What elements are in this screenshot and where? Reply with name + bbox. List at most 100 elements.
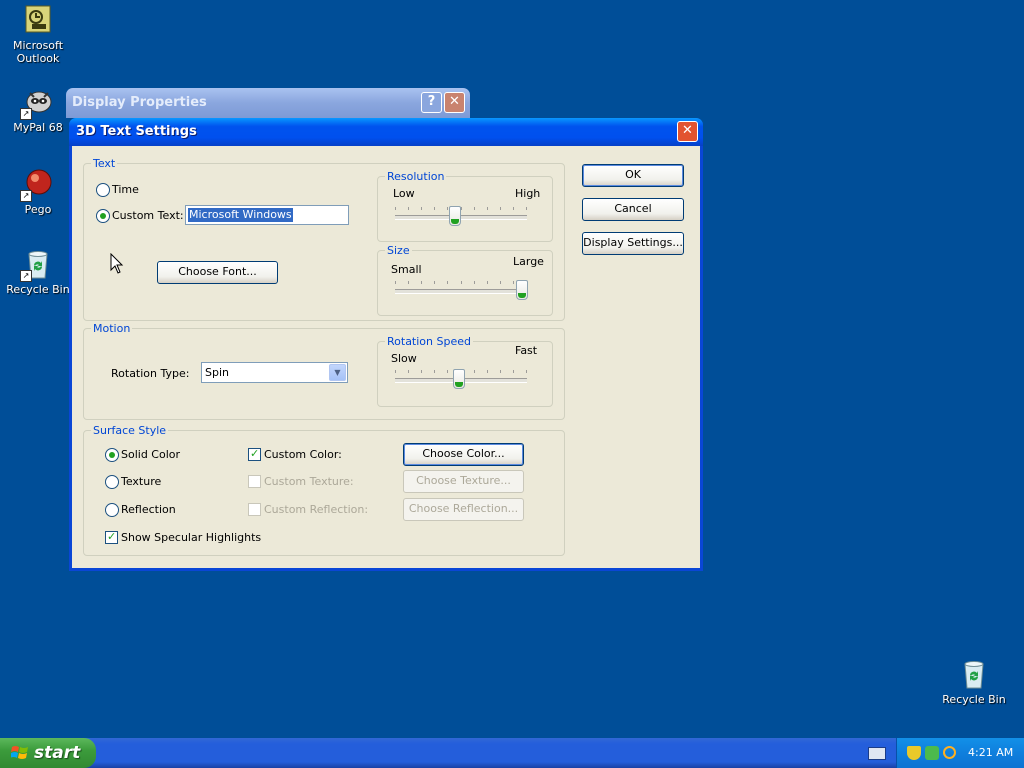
dialog-title: 3D Text Settings xyxy=(76,124,197,139)
solid-color-label[interactable]: Solid Color xyxy=(121,448,180,461)
custom-color-label[interactable]: Custom Color: xyxy=(264,448,342,461)
desktop-icon-recycle-bin[interactable]: ↗ Recycle Bin xyxy=(0,248,76,296)
slider-tick xyxy=(434,370,435,373)
resolution-low-label: Low xyxy=(393,187,415,200)
custom-texture-checkbox[interactable] xyxy=(248,475,261,488)
reflection-label[interactable]: Reflection xyxy=(121,503,176,516)
dialog-close-button[interactable]: ✕ xyxy=(677,121,698,142)
size-slider[interactable] xyxy=(395,277,528,307)
slider-thumb[interactable] xyxy=(449,206,461,226)
slider-tick xyxy=(408,281,409,284)
window-title: Display Properties xyxy=(72,95,207,110)
slider-tick xyxy=(421,281,422,284)
start-label: start xyxy=(34,743,81,763)
show-specular-label[interactable]: Show Specular Highlights xyxy=(121,531,261,544)
time-radio[interactable] xyxy=(96,183,110,197)
slider-tick xyxy=(487,281,488,284)
custom-reflection-label: Custom Reflection: xyxy=(264,503,369,516)
reflection-radio[interactable] xyxy=(105,503,119,517)
slider-thumb[interactable] xyxy=(453,369,465,389)
desktop-icon-label: Outlook xyxy=(16,52,60,65)
resolution-slider[interactable] xyxy=(395,203,527,233)
slider-tick xyxy=(474,370,475,373)
choose-color-button[interactable]: Choose Color... xyxy=(403,443,524,466)
desktop-icon-outlook[interactable]: Microsoft Outlook xyxy=(0,4,76,65)
size-group: Size Small Large xyxy=(377,244,553,316)
shortcut-arrow-icon: ↗ xyxy=(20,190,32,202)
ok-button[interactable]: OK xyxy=(582,164,684,187)
slider-tick xyxy=(395,370,396,373)
surface-style-group: Surface Style Solid Color Texture Reflec… xyxy=(83,424,565,556)
slider-tick xyxy=(421,207,422,210)
slider-track[interactable] xyxy=(395,215,527,220)
start-button[interactable]: start xyxy=(0,738,96,768)
slider-tick xyxy=(487,207,488,210)
display-settings-button[interactable]: Display Settings... xyxy=(582,232,684,255)
network-icon[interactable] xyxy=(925,746,939,760)
size-label: Size xyxy=(385,244,412,257)
custom-text-input[interactable]: Microsoft Windows xyxy=(185,205,349,225)
desktop-icon-label: Microsoft xyxy=(12,39,64,52)
choose-texture-button[interactable]: Choose Texture... xyxy=(403,470,524,493)
slider-tick xyxy=(421,370,422,373)
custom-text-radio[interactable] xyxy=(96,209,110,223)
custom-color-checkbox[interactable] xyxy=(248,447,261,461)
dialog-client-area: Text Time Custom Text: Microsoft Windows… xyxy=(72,146,700,568)
texture-radio[interactable] xyxy=(105,475,119,489)
text-group: Text Time Custom Text: Microsoft Windows… xyxy=(83,157,565,321)
cancel-button[interactable]: Cancel xyxy=(582,198,684,221)
recycle-bin-icon: ↗ xyxy=(20,248,54,282)
shortcut-arrow-icon: ↗ xyxy=(20,108,32,120)
rotation-speed-slider[interactable] xyxy=(395,366,527,396)
slider-track[interactable] xyxy=(395,289,527,294)
keyboard-icon[interactable] xyxy=(868,747,886,760)
chevron-down-icon[interactable]: ▼ xyxy=(329,364,346,381)
slider-tick xyxy=(434,281,435,284)
rotation-type-label: Rotation Type: xyxy=(111,367,190,380)
custom-text-label[interactable]: Custom Text: xyxy=(112,209,184,222)
custom-texture-label: Custom Texture: xyxy=(264,475,354,488)
rotation-type-dropdown[interactable]: Spin ▼ xyxy=(201,362,348,383)
search-icon[interactable] xyxy=(943,746,956,759)
slider-tick xyxy=(487,370,488,373)
custom-reflection-checkbox[interactable] xyxy=(248,503,261,516)
resolution-group: Resolution Low High xyxy=(377,170,553,242)
solid-color-radio[interactable] xyxy=(105,448,119,462)
security-shield-icon[interactable] xyxy=(907,746,921,760)
desktop-icon-pego[interactable]: ↗ Pego xyxy=(0,168,76,216)
slider-tick xyxy=(447,281,448,284)
dialog-titlebar[interactable]: 3D Text Settings ✕ xyxy=(69,118,703,146)
choose-reflection-button[interactable]: Choose Reflection... xyxy=(403,498,524,521)
text-group-label: Text xyxy=(91,157,118,170)
resolution-label: Resolution xyxy=(385,170,447,183)
size-small-label: Small xyxy=(391,263,422,276)
recycle-bin-icon xyxy=(958,658,990,690)
motion-group: Motion Rotation Type: Spin ▼ Rotation Sp… xyxy=(83,322,565,420)
slider-tick xyxy=(513,207,514,210)
desktop-icon-mypal[interactable]: ↗ MyPal 68 xyxy=(0,86,76,134)
choose-font-button[interactable]: Choose Font... xyxy=(157,261,278,284)
desktop-icon-label: MyPal 68 xyxy=(13,121,63,134)
help-button[interactable]: ? xyxy=(421,92,442,113)
rotation-speed-fast-label: Fast xyxy=(515,344,538,357)
windows-logo-icon xyxy=(11,746,28,759)
slider-tick xyxy=(500,281,501,284)
rotation-speed-slow-label: Slow xyxy=(391,352,417,365)
close-button[interactable]: ✕ xyxy=(444,92,465,113)
desktop-icon-label: Pego xyxy=(24,203,52,216)
display-properties-window[interactable]: Display Properties ? ✕ xyxy=(66,88,470,118)
slider-tick xyxy=(395,281,396,284)
rotation-speed-label: Rotation Speed xyxy=(385,335,473,348)
slider-tick xyxy=(500,207,501,210)
desktop-icon-recycle-bin-2[interactable]: Recycle Bin xyxy=(936,658,1012,706)
slider-tick xyxy=(526,370,527,373)
slider-tick xyxy=(408,370,409,373)
time-label[interactable]: Time xyxy=(112,183,139,196)
texture-label[interactable]: Texture xyxy=(121,475,161,488)
show-specular-checkbox[interactable] xyxy=(105,530,118,544)
slider-tick xyxy=(408,207,409,210)
slider-tick xyxy=(513,281,514,284)
slider-thumb[interactable] xyxy=(516,280,528,300)
3d-text-settings-dialog: 3D Text Settings ✕ Text Time Custom Text… xyxy=(69,118,703,571)
desktop-icon-label: Recycle Bin xyxy=(942,693,1006,706)
